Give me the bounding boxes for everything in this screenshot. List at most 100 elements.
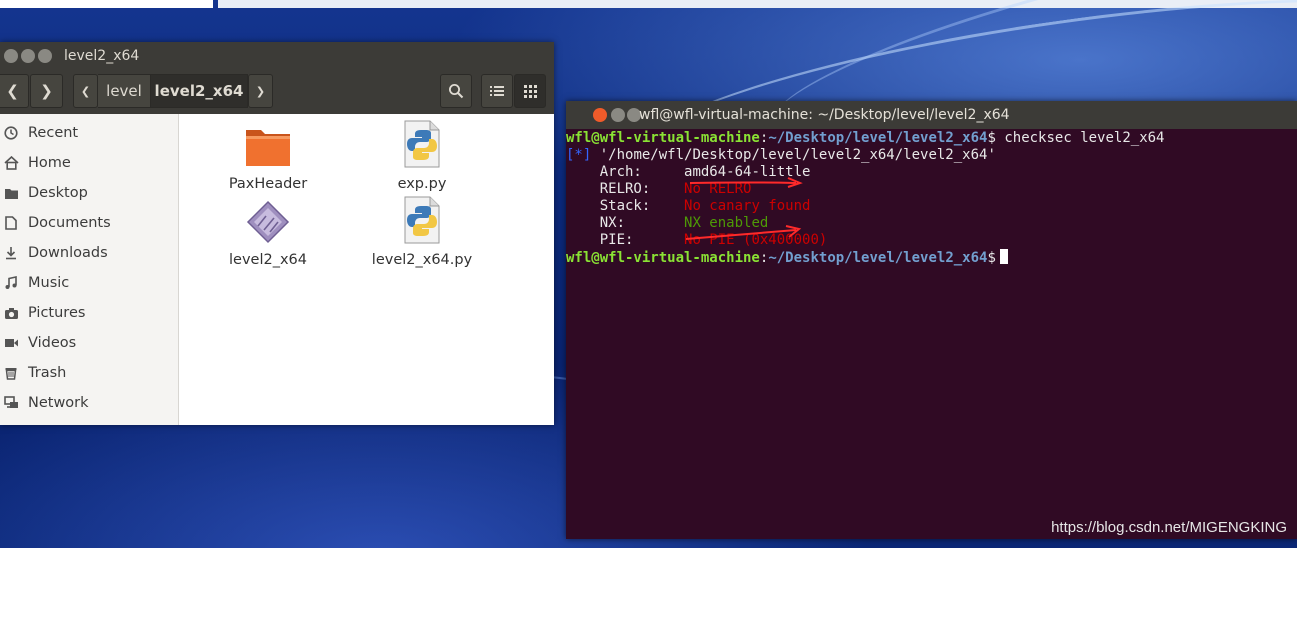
file-name: exp.py (397, 176, 447, 192)
sidebar-item-home[interactable]: Home (0, 149, 178, 177)
file-name: level2_x64.py (371, 252, 473, 268)
prompt-dollar: $ (987, 250, 996, 266)
file-manager-toolbar: ❮ ❯ ❮ level level2_x64 ❯ (0, 70, 554, 114)
breadcrumb-current[interactable]: level2_x64 (150, 74, 248, 108)
sidebar-item-label: Music (28, 275, 70, 291)
sidebar-item-trash[interactable]: Trash (0, 359, 178, 387)
sidebar-item-label: Trash (28, 365, 67, 381)
maximize-icon[interactable] (38, 49, 52, 63)
file-name: level2_x64 (229, 252, 307, 268)
sidebar-item-label: Home (28, 155, 71, 171)
forward-button[interactable]: ❯ (30, 74, 63, 108)
terminal-line-info: [*] '/home/wfl/Desktop/level/level2_x64/… (566, 147, 996, 164)
python-file-icon (404, 120, 440, 168)
grid-view-icon (523, 84, 537, 98)
chevron-left-icon: ❮ (80, 84, 91, 98)
folder-icon (246, 130, 290, 166)
trash-icon (3, 366, 19, 380)
terminal-line-arch: Arch: amd64-64-little (566, 164, 811, 181)
command-text: checksec level2_x64 (995, 130, 1165, 146)
file-item-paxheader[interactable]: PaxHeader (208, 124, 328, 192)
sidebar-item-documents[interactable]: Documents (0, 209, 178, 237)
sidebar-item-network[interactable]: Network (0, 389, 178, 417)
file-manager-titlebar[interactable]: level2_x64 (0, 42, 554, 70)
sidebar-item-music[interactable]: Music (0, 269, 178, 297)
terminal-line-nx: NX: NX enabled (566, 215, 769, 232)
sidebar-item-label: Pictures (28, 305, 86, 321)
breadcrumb-scroll-right[interactable]: ❯ (248, 74, 273, 108)
sidebar-item-label: Recent (28, 125, 79, 141)
top-panel-fragment (0, 0, 213, 8)
breadcrumb-scroll-left[interactable]: ❮ (73, 74, 98, 108)
info-path: '/home/wfl/Desktop/level/level2_x64/leve… (591, 147, 996, 163)
close-icon[interactable] (593, 108, 607, 122)
sidebar-item-label: Videos (28, 335, 77, 351)
row-key: NX: (566, 215, 685, 231)
chevron-right-icon: ❯ (40, 82, 53, 100)
terminal-titlebar[interactable]: wfl@wfl-virtual-machine: ~/Desktop/level… (566, 101, 1297, 129)
sidebar-item-label: Desktop (28, 185, 88, 201)
row-key: RELRO: (566, 181, 685, 197)
music-icon (3, 276, 19, 290)
sidebar-item-videos[interactable]: Videos (0, 329, 178, 357)
terminal-line-prompt: wfl@wfl-virtual-machine:~/Desktop/level/… (566, 249, 1008, 266)
file-item-level2-x64-py[interactable]: level2_x64.py (362, 196, 482, 268)
row-value: amd64-64-little (684, 164, 811, 180)
back-button[interactable]: ❮ (0, 74, 29, 108)
sidebar-item-pictures[interactable]: Pictures (0, 299, 178, 327)
grid-view-button[interactable] (514, 74, 546, 108)
watermark: https://blog.csdn.net/MIGENGKING (1051, 519, 1287, 536)
download-icon (3, 246, 19, 260)
file-manager-window: level2_x64 ❮ ❯ ❮ level level2_x64 ❯ Rece… (0, 42, 554, 425)
prompt-dollar: $ (987, 130, 996, 146)
search-button[interactable] (440, 74, 472, 108)
minimize-icon[interactable] (21, 49, 35, 63)
row-value: NX enabled (684, 215, 769, 231)
prompt-user: wfl@wfl-virtual-machine (566, 250, 760, 266)
file-item-level2-x64[interactable]: level2_x64 (208, 200, 328, 268)
prompt-path: ~/Desktop/level/level2_x64 (768, 130, 988, 146)
window-title: level2_x64 (64, 48, 140, 64)
file-name: PaxHeader (228, 176, 308, 192)
file-item-exp-py[interactable]: exp.py (362, 120, 482, 192)
row-value: No PIE (0x400000) (684, 232, 828, 248)
sidebar-item-downloads[interactable]: Downloads (0, 239, 178, 267)
list-view-button[interactable] (481, 74, 513, 108)
clock-icon (3, 126, 19, 140)
network-icon (3, 396, 19, 410)
camera-icon (3, 306, 19, 320)
file-view: PaxHeader exp.py level2_x64 level2_x64.p… (184, 114, 554, 425)
video-icon (3, 336, 19, 350)
close-icon[interactable] (4, 49, 18, 63)
terminal-window[interactable]: wfl@wfl-virtual-machine: ~/Desktop/level… (566, 101, 1297, 539)
minimize-icon[interactable] (611, 108, 625, 122)
window-title: wfl@wfl-virtual-machine: ~/Desktop/level… (639, 107, 1010, 123)
row-value: No RELRO (684, 181, 752, 197)
sidebar-item-label: Documents (28, 215, 111, 231)
sidebar-item-label: Downloads (28, 245, 108, 261)
desktop-folder-icon (3, 186, 19, 200)
prompt-path: ~/Desktop/level/level2_x64 (768, 250, 988, 266)
chevron-right-icon: ❯ (255, 84, 266, 98)
row-key: Stack: (566, 198, 685, 214)
terminal-cursor (999, 249, 1008, 264)
terminal-line-stack: Stack: No canary found (566, 198, 811, 215)
sidebar-item-label: Network (28, 395, 89, 411)
terminal-line-relro: RELRO: No RELRO (566, 181, 752, 198)
python-file-icon (404, 196, 440, 244)
row-key: PIE: (566, 232, 685, 248)
sidebar-item-recent[interactable]: Recent (0, 119, 178, 147)
list-view-icon (490, 86, 504, 96)
chevron-left-icon: ❮ (6, 82, 19, 100)
info-tag: [*] (566, 147, 592, 163)
executable-icon (246, 200, 290, 244)
documents-icon (3, 216, 19, 230)
home-icon (3, 156, 19, 170)
terminal-line-pie: PIE: No PIE (0x400000) (566, 232, 828, 249)
sidebar-item-desktop[interactable]: Desktop (0, 179, 178, 207)
breadcrumb-level[interactable]: level (98, 74, 150, 108)
sidebar: Recent Home Desktop Documents Downloads … (0, 114, 179, 425)
terminal-line-command: wfl@wfl-virtual-machine:~/Desktop/level/… (566, 130, 1164, 147)
prompt-user: wfl@wfl-virtual-machine (566, 130, 760, 146)
row-value: No canary found (684, 198, 811, 214)
